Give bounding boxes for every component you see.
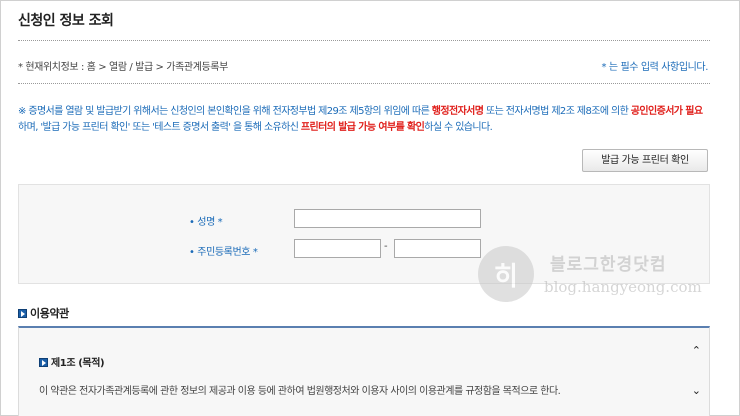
notice-text-4: 하실 수 있습니다.	[424, 122, 493, 133]
rrn-label: • 주민등록번호 *	[189, 247, 258, 258]
terms-heading-label: 이용약관	[30, 307, 69, 320]
article-title: 제1조 (목적)	[39, 354, 105, 369]
watermark-logo-char: 히	[494, 262, 518, 292]
chevron-down-icon[interactable]: ⌄	[692, 384, 701, 397]
rrn-front-input[interactable]	[294, 239, 381, 258]
check-printer-button[interactable]: 발급 가능 프린터 확인	[582, 149, 708, 172]
page-title: 신청인 정보 조회	[18, 13, 114, 29]
notice-highlight-printer: 프린터의 발급 가능 여부를 확인	[300, 122, 425, 133]
blue-square-arrow-icon	[39, 358, 48, 367]
watermark-url: blog.hangyeong.com	[544, 278, 702, 296]
article-body: 이 약관은 전자가족관계등록에 관한 정보의 제공과 이용 등에 관하여 법원행…	[39, 386, 561, 397]
notice-text-1: ※ 증명서를 열람 및 발급받기 위해서는 신청인의 본인확인을 위해 전자정부…	[18, 106, 432, 117]
rrn-back-input[interactable]	[394, 239, 481, 258]
article-title-label: 제1조 (목적)	[51, 358, 105, 369]
blog-watermark: 히 블로그한경닷컴 blog.hangyeong.com	[478, 246, 702, 306]
rrn-separator: -	[384, 241, 388, 252]
location-divider	[18, 83, 710, 84]
chevron-up-icon[interactable]: ⌃	[692, 344, 701, 357]
blue-square-arrow-icon	[18, 309, 27, 318]
title-divider	[18, 40, 710, 41]
notice-highlight-certificate: 공인인증서가 필요	[630, 106, 703, 117]
notice-text-2: 또는 전자서명법 제2조 제8조에 의한	[483, 106, 631, 117]
required-field-note: * 는 필수 입력 사항입니다.	[601, 62, 709, 73]
terms-scroll-box[interactable]: 제1조 (목적) 이 약관은 전자가족관계등록에 관한 정보의 제공과 이용 등…	[18, 326, 710, 416]
name-label: • 성명 *	[189, 217, 223, 228]
terms-heading: 이용약관	[18, 305, 69, 321]
name-input[interactable]	[294, 209, 481, 228]
breadcrumb: * 현재위치정보 : 홈 > 열람 / 발급 > 가족관계등록부	[18, 62, 228, 73]
notice-highlight-signature: 행정전자서명	[431, 106, 484, 117]
notice-text-3: 하며, '발급 가능 프린터 확인' 또는 '테스트 증명서 출력' 을 통해 …	[18, 122, 301, 133]
watermark-korean: 블로그한경닷컴	[550, 255, 667, 275]
watermark-logo-icon: 히	[478, 246, 534, 302]
certificate-notice: ※ 증명서를 열람 및 발급받기 위해서는 신청인의 본인확인을 위해 전자정부…	[18, 104, 710, 136]
